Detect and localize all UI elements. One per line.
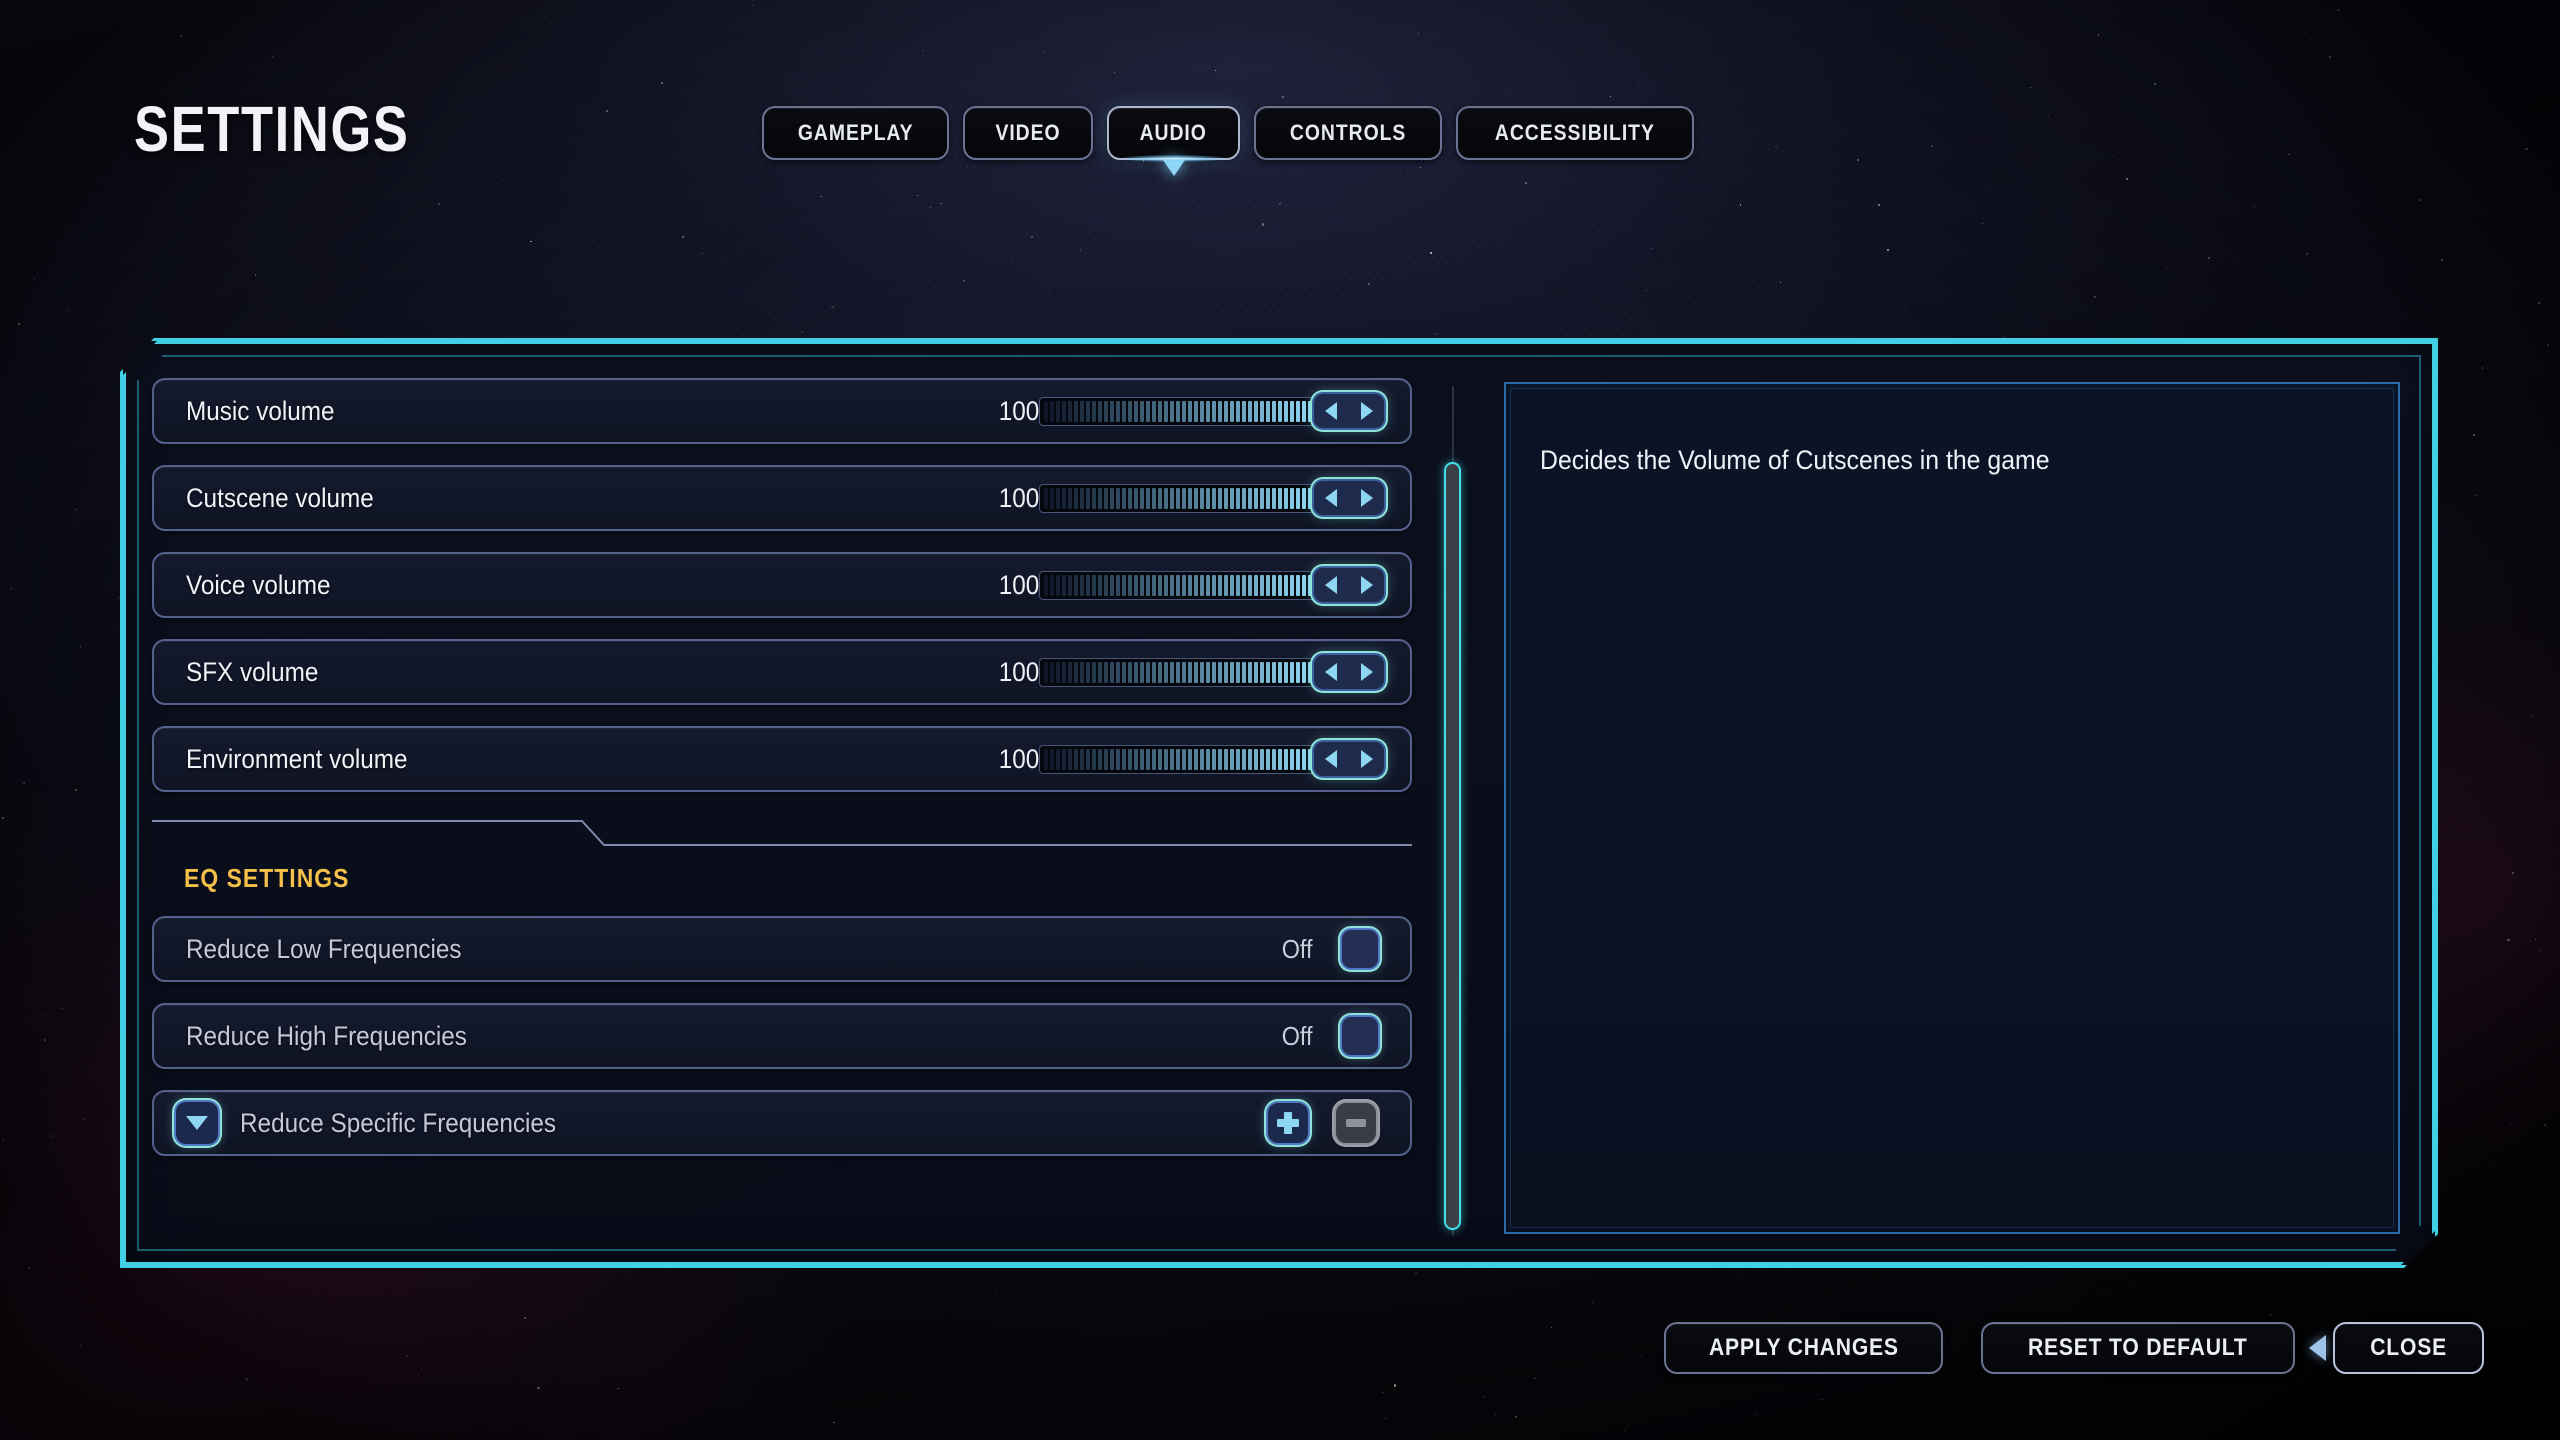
chevron-down-icon[interactable] [174,1100,220,1146]
arrow-right-icon[interactable] [1361,576,1373,594]
slider-track[interactable] [1039,396,1317,426]
toggle-state-label: Off [1281,1020,1313,1051]
arrow-left-icon[interactable] [1325,663,1337,681]
footer-button-label: CLOSE [2370,1334,2447,1361]
setting-label: Reduce High Frequencies [186,1020,467,1051]
setting-row-eq-toggle[interactable]: Reduce High Frequencies Off [152,1003,1412,1069]
slider-handle[interactable] [1312,566,1386,604]
minus-icon [1334,1101,1378,1145]
active-tab-pointer-icon [1162,160,1185,176]
tab-video[interactable]: VIDEO [963,106,1094,160]
slider-handle[interactable] [1312,392,1386,430]
slider-track[interactable] [1039,570,1317,600]
slider-handle[interactable] [1312,653,1386,691]
eq-section-title: EQ SETTINGS [184,863,350,893]
setting-label: Cutscene volume [186,482,374,513]
tab-label: CONTROLS [1289,120,1407,145]
arrow-right-icon[interactable] [1361,663,1373,681]
tab-label: ACCESSIBILITY [1494,120,1655,145]
description-text: Decides the Volume of Cutscenes in the g… [1540,445,2050,475]
setting-label: Voice volume [186,569,331,600]
volume-slider[interactable] [1039,740,1386,778]
slider-track[interactable] [1039,657,1317,687]
settings-list: Music volume 100 Cutscene volume 100 Voice v… [152,378,1412,1238]
tab-gameplay[interactable]: GAMEPLAY [762,106,950,160]
toggle-switch[interactable] [1340,928,1380,970]
footer-button-close[interactable]: CLOSE [2308,1322,2484,1374]
arrow-left-icon[interactable] [1325,489,1337,507]
focus-arrow-icon [2308,1335,2326,1361]
arrow-right-icon[interactable] [1361,402,1373,420]
tab-controls[interactable]: CONTROLS [1253,106,1443,160]
setting-label: SFX volume [186,656,319,687]
slider-handle[interactable] [1312,479,1386,517]
setting-row-volume[interactable]: Cutscene volume 100 [152,465,1412,531]
footer-button-reset-to-default[interactable]: RESET TO DEFAULT [1981,1322,2295,1374]
settings-screen: SETTINGS GAMEPLAY VIDEO AUDIO CONTROLS ACCES… [0,0,2560,1440]
eq-section-divider [152,813,1412,859]
tab-label: AUDIO [1140,120,1208,145]
volume-slider[interactable] [1039,653,1386,691]
footer-button-label: APPLY CHANGES [1708,1334,1899,1361]
tab-label: VIDEO [995,120,1061,145]
tab-audio[interactable]: AUDIO [1107,106,1240,176]
setting-row-volume[interactable]: SFX volume 100 [152,639,1412,705]
slider-track[interactable] [1039,744,1317,774]
divider-line-icon [152,820,1412,846]
toggle-state-label: Off [1281,933,1313,964]
page-title: SETTINGS [134,93,410,165]
tab-accessibility[interactable]: ACCESSIBILITY [1456,106,1694,160]
setting-row-volume[interactable]: Environment volume 100 [152,726,1412,792]
footer-button-label: RESET TO DEFAULT [2028,1334,2248,1361]
arrow-right-icon[interactable] [1361,489,1373,507]
tab-label: GAMEPLAY [797,120,914,145]
arrow-right-icon[interactable] [1361,750,1373,768]
setting-label: Environment volume [186,743,408,774]
setting-row-volume[interactable]: Voice volume 100 [152,552,1412,618]
setting-label: Reduce Specific Frequencies [240,1107,557,1138]
volume-slider[interactable] [1039,566,1386,604]
setting-row-eq-toggle[interactable]: Reduce Low Frequencies Off [152,916,1412,982]
arrow-left-icon[interactable] [1325,402,1337,420]
tab-bar: GAMEPLAY VIDEO AUDIO CONTROLS ACCESSIBILITY [762,106,1694,176]
scrollbar-thumb[interactable] [1444,462,1461,1230]
setting-row-volume[interactable]: Music volume 100 [152,378,1412,444]
setting-label: Music volume [186,395,335,426]
plus-icon[interactable] [1266,1101,1310,1145]
setting-label: Reduce Low Frequencies [186,933,462,964]
arrow-left-icon[interactable] [1325,750,1337,768]
setting-row-reduce-specific-frequencies[interactable]: Reduce Specific Frequencies [152,1090,1412,1156]
footer-button-apply-changes[interactable]: APPLY CHANGES [1663,1322,1944,1374]
volume-slider[interactable] [1039,392,1386,430]
volume-slider[interactable] [1039,479,1386,517]
description-panel: Decides the Volume of Cutscenes in the g… [1504,382,2400,1234]
toggle-switch[interactable] [1340,1015,1380,1057]
slider-track[interactable] [1039,483,1317,513]
slider-handle[interactable] [1312,740,1386,778]
footer-buttons: APPLY CHANGES RESET TO DEFAULT CLOSE [1663,1322,2484,1374]
arrow-left-icon[interactable] [1325,576,1337,594]
